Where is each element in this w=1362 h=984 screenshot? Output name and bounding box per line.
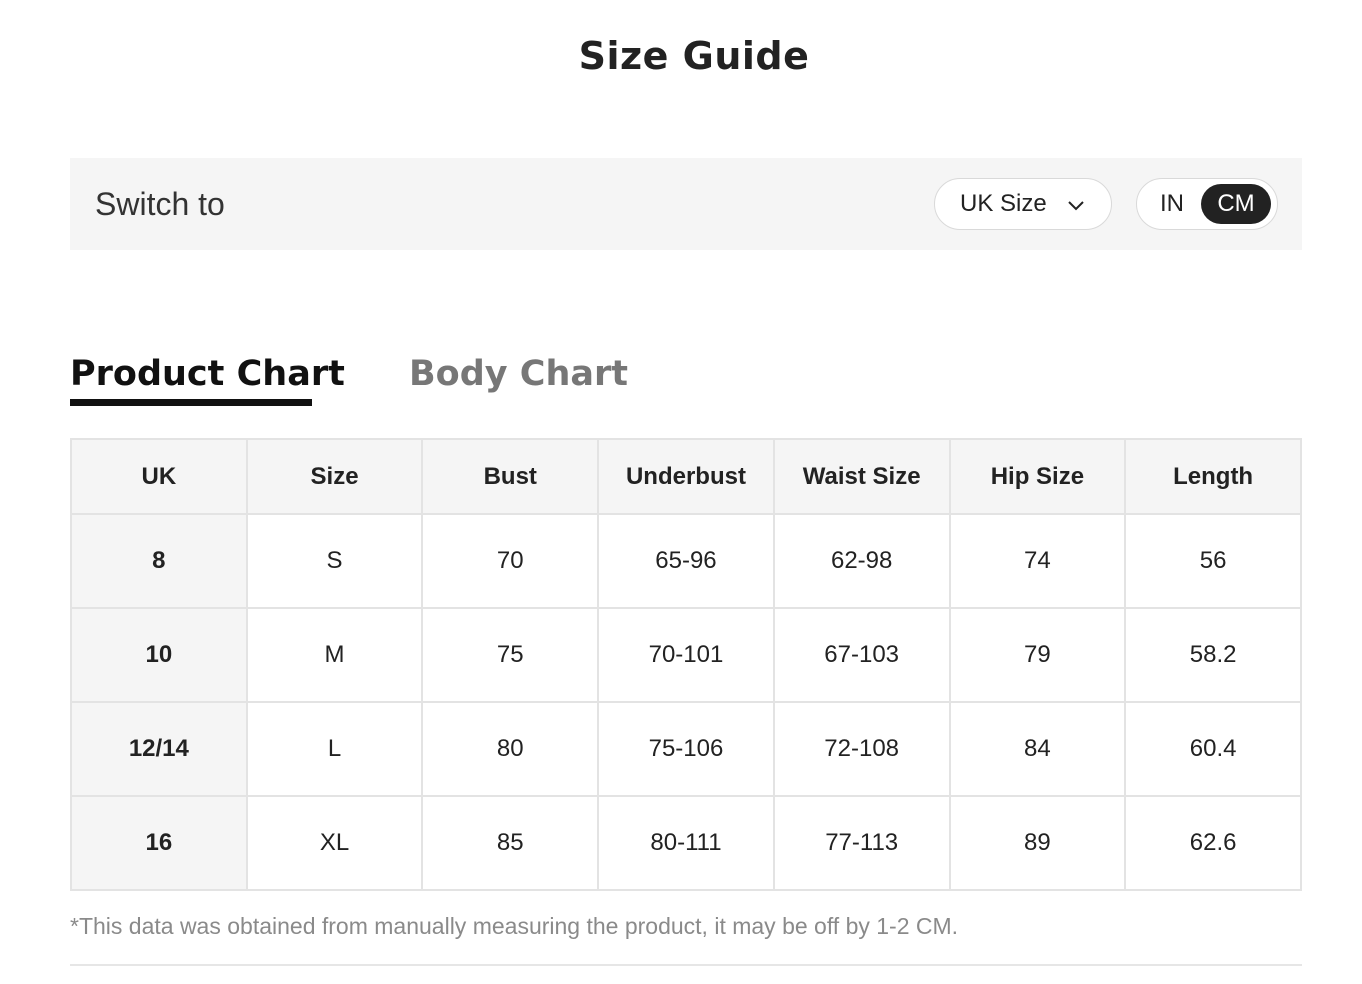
column-header: UK <box>70 438 248 515</box>
table-cell: 70-101 <box>597 607 775 703</box>
table-row: 8 S 70 65-96 62-98 74 56 <box>70 513 1302 609</box>
measurement-note: *This data was obtained from manually me… <box>70 913 959 939</box>
table-cell: 75 <box>421 607 600 703</box>
column-header: Size <box>245 438 424 515</box>
table-cell: 56 <box>1124 513 1302 609</box>
unit-toggle: IN CM <box>1136 178 1278 230</box>
table-cell: 77-113 <box>772 795 951 891</box>
table-cell: 67-103 <box>772 607 951 703</box>
divider <box>70 964 1302 966</box>
table-cell: 58.2 <box>1124 607 1302 703</box>
table-cell: 62-98 <box>772 513 951 609</box>
table-cell: 74 <box>948 513 1127 609</box>
table-row: 12/14 L 80 75-106 72-108 84 60.4 <box>70 701 1302 797</box>
table-cell: 62.6 <box>1124 795 1302 891</box>
table-cell-uk: 12/14 <box>70 701 248 797</box>
table-cell: 84 <box>948 701 1127 797</box>
unit-cm-option[interactable]: CM <box>1201 184 1271 224</box>
table-row: 16 XL 85 80-111 77-113 89 62.6 <box>70 795 1302 891</box>
table-cell: 89 <box>948 795 1127 891</box>
column-header: Bust <box>421 438 600 515</box>
tab-body-chart[interactable]: Body Chart <box>409 354 628 394</box>
size-table: UK Size Bust Underbust Waist Size Hip Si… <box>70 438 1302 891</box>
table-cell: S <box>245 513 424 609</box>
table-cell: 70 <box>421 513 600 609</box>
size-system-label: UK Size <box>960 190 1047 217</box>
table-cell-uk: 16 <box>70 795 248 891</box>
table-cell: 60.4 <box>1124 701 1302 797</box>
table-cell: 79 <box>948 607 1127 703</box>
table-cell: 72-108 <box>772 701 951 797</box>
table-cell: 80-111 <box>597 795 775 891</box>
table-cell: 85 <box>421 795 600 891</box>
active-tab-underline <box>70 399 312 406</box>
column-header: Hip Size <box>948 438 1127 515</box>
switch-label: Switch to <box>95 186 225 222</box>
page-title: Size Guide <box>578 34 810 78</box>
table-cell-uk: 8 <box>70 513 248 609</box>
table-row: 10 M 75 70-101 67-103 79 58.2 <box>70 607 1302 703</box>
table-cell: 65-96 <box>597 513 775 609</box>
column-header: Length <box>1124 438 1302 515</box>
unit-in-option[interactable]: IN <box>1143 184 1201 224</box>
tab-product-chart[interactable]: Product Chart <box>70 354 345 394</box>
table-header-row: UK Size Bust Underbust Waist Size Hip Si… <box>70 438 1302 515</box>
table-cell: L <box>245 701 424 797</box>
switch-bar: Switch to UK Size IN CM <box>70 158 1302 250</box>
table-cell: 80 <box>421 701 600 797</box>
table-cell: XL <box>245 795 424 891</box>
table-cell-uk: 10 <box>70 607 248 703</box>
chevron-down-icon <box>1068 201 1084 211</box>
column-header: Underbust <box>597 438 775 515</box>
table-cell: 75-106 <box>597 701 775 797</box>
column-header: Waist Size <box>772 438 951 515</box>
table-cell: M <box>245 607 424 703</box>
size-system-select[interactable]: UK Size <box>934 178 1112 230</box>
